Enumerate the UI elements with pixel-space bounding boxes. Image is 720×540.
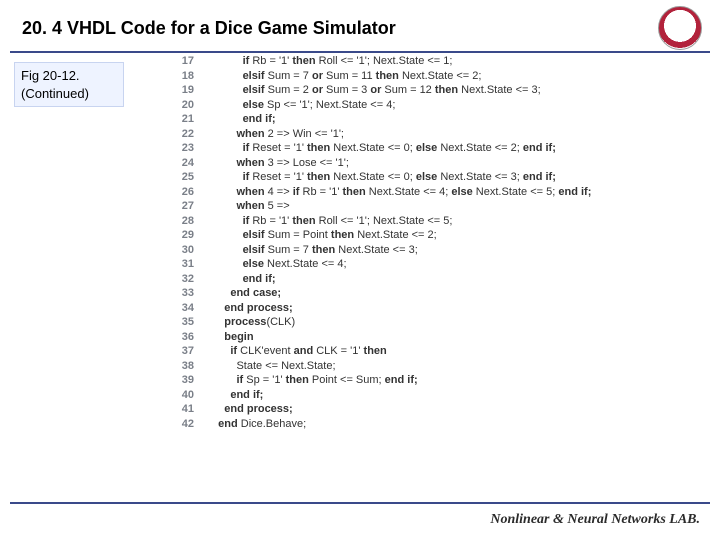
line-number: 19 [168, 83, 194, 98]
code-text: when 3 => Lose <= '1'; [194, 156, 349, 171]
line-number: 24 [168, 156, 194, 171]
code-line: 20 else Sp <= '1'; Next.State <= 4; [168, 98, 700, 113]
code-line: 19 elsif Sum = 2 or Sum = 3 or Sum = 12 … [168, 83, 700, 98]
line-number: 39 [168, 373, 194, 388]
code-text: when 2 => Win <= '1'; [194, 127, 344, 142]
slide-header: 20. 4 VHDL Code for a Dice Game Simulato… [0, 0, 720, 45]
line-number: 42 [168, 417, 194, 432]
code-text: when 5 => [194, 199, 290, 214]
footer-text: Nonlinear & Neural Networks LAB. [490, 512, 700, 528]
line-number: 36 [168, 330, 194, 345]
code-line: 21 end if; [168, 112, 700, 127]
line-number: 28 [168, 214, 194, 229]
line-number: 23 [168, 141, 194, 156]
code-text: end process; [194, 402, 293, 417]
line-number: 29 [168, 228, 194, 243]
code-text: end if; [194, 388, 263, 403]
line-number: 41 [168, 402, 194, 417]
code-line: 41 end process; [168, 402, 700, 417]
code-line: 37 if CLK'event and CLK = '1' then [168, 344, 700, 359]
code-line: 42 end Dice.Behave; [168, 417, 700, 432]
code-text: process(CLK) [194, 315, 295, 330]
university-logo [658, 6, 702, 50]
code-text: if Rb = '1' then Roll <= '1'; Next.State… [194, 54, 452, 69]
line-number: 37 [168, 344, 194, 359]
line-number: 18 [168, 69, 194, 84]
code-line: 28 if Rb = '1' then Roll <= '1'; Next.St… [168, 214, 700, 229]
line-number: 20 [168, 98, 194, 113]
code-text: end case; [194, 286, 281, 301]
code-text: elsif Sum = 2 or Sum = 3 or Sum = 12 the… [194, 83, 541, 98]
code-text: elsif Sum = 7 then Next.State <= 3; [194, 243, 418, 258]
code-text: if CLK'event and CLK = '1' then [194, 344, 387, 359]
code-line: 35 process(CLK) [168, 315, 700, 330]
code-line: 38 State <= Next.State; [168, 359, 700, 374]
line-number: 27 [168, 199, 194, 214]
code-text: if Sp = '1' then Point <= Sum; end if; [194, 373, 418, 388]
slide-title: 20. 4 VHDL Code for a Dice Game Simulato… [22, 18, 720, 39]
line-number: 40 [168, 388, 194, 403]
code-text: end if; [194, 272, 276, 287]
line-number: 21 [168, 112, 194, 127]
code-line: 32 end if; [168, 272, 700, 287]
line-number: 30 [168, 243, 194, 258]
figure-label-line2: (Continued) [21, 85, 117, 103]
code-line: 30 elsif Sum = 7 then Next.State <= 3; [168, 243, 700, 258]
code-line: 27 when 5 => [168, 199, 700, 214]
code-text: end if; [194, 112, 276, 127]
code-line: 24 when 3 => Lose <= '1'; [168, 156, 700, 171]
line-number: 22 [168, 127, 194, 142]
line-number: 17 [168, 54, 194, 69]
line-number: 32 [168, 272, 194, 287]
code-text: begin [194, 330, 254, 345]
line-number: 38 [168, 359, 194, 374]
code-line: 33 end case; [168, 286, 700, 301]
code-text: elsif Sum = Point then Next.State <= 2; [194, 228, 437, 243]
code-line: 40 end if; [168, 388, 700, 403]
code-line: 39 if Sp = '1' then Point <= Sum; end if… [168, 373, 700, 388]
header-rule [10, 51, 710, 53]
code-line: 26 when 4 => if Rb = '1' then Next.State… [168, 185, 700, 200]
line-number: 34 [168, 301, 194, 316]
code-line: 23 if Reset = '1' then Next.State <= 0; … [168, 141, 700, 156]
code-text: when 4 => if Rb = '1' then Next.State <=… [194, 185, 591, 200]
figure-label-line1: Fig 20-12. [21, 67, 117, 85]
code-text: if Reset = '1' then Next.State <= 0; els… [194, 141, 556, 156]
code-text: if Reset = '1' then Next.State <= 0; els… [194, 170, 556, 185]
code-line: 18 elsif Sum = 7 or Sum = 11 then Next.S… [168, 69, 700, 84]
code-text: else Next.State <= 4; [194, 257, 347, 272]
code-text: else Sp <= '1'; Next.State <= 4; [194, 98, 395, 113]
code-line: 22 when 2 => Win <= '1'; [168, 127, 700, 142]
code-line: 31 else Next.State <= 4; [168, 257, 700, 272]
code-text: if Rb = '1' then Roll <= '1'; Next.State… [194, 214, 452, 229]
code-listing: 17 if Rb = '1' then Roll <= '1'; Next.St… [168, 54, 700, 431]
code-line: 25 if Reset = '1' then Next.State <= 0; … [168, 170, 700, 185]
line-number: 25 [168, 170, 194, 185]
code-line: 34 end process; [168, 301, 700, 316]
code-text: end process; [194, 301, 293, 316]
line-number: 35 [168, 315, 194, 330]
footer-rule [10, 502, 710, 504]
code-line: 29 elsif Sum = Point then Next.State <= … [168, 228, 700, 243]
code-text: end Dice.Behave; [194, 417, 306, 432]
line-number: 33 [168, 286, 194, 301]
figure-label-box: Fig 20-12. (Continued) [14, 62, 124, 107]
code-text: elsif Sum = 7 or Sum = 11 then Next.Stat… [194, 69, 481, 84]
code-text: State <= Next.State; [194, 359, 336, 374]
line-number: 26 [168, 185, 194, 200]
code-line: 17 if Rb = '1' then Roll <= '1'; Next.St… [168, 54, 700, 69]
line-number: 31 [168, 257, 194, 272]
code-line: 36 begin [168, 330, 700, 345]
